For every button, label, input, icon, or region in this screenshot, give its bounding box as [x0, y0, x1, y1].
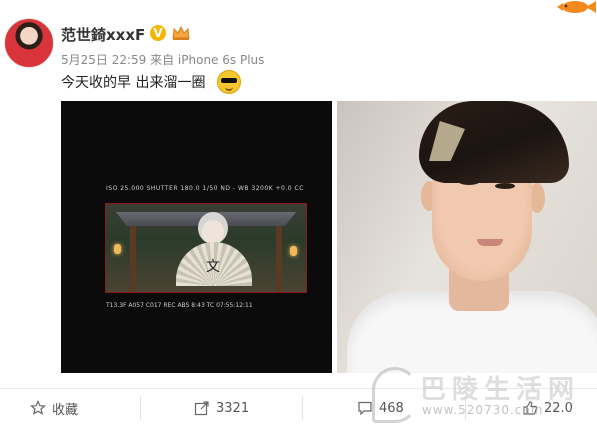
fan-character: 文: [206, 259, 220, 275]
pillar: [276, 226, 282, 292]
crown-badge-icon: [172, 25, 190, 40]
lantern: [290, 246, 297, 256]
watermark-logo-icon: [372, 367, 418, 423]
divider: [140, 396, 141, 420]
post-text: 今天收的早 出来溜一圈: [61, 75, 206, 91]
watermark: 巴陵生活网 www.520730.com: [372, 367, 597, 427]
avatar[interactable]: [4, 18, 54, 68]
mouth: [477, 239, 503, 246]
verified-badge-icon: V: [150, 25, 166, 41]
share-icon: [194, 401, 209, 416]
comment-icon: [358, 401, 372, 416]
lantern: [114, 244, 121, 254]
eye: [495, 183, 515, 189]
star-icon: [30, 400, 46, 415]
share-count: 3321: [216, 400, 250, 416]
share-button[interactable]: 3321: [194, 389, 249, 427]
monitor-bottom-readout: T13.3F A057 C017 REC ABS 8:43 TC 07:55:1…: [106, 302, 253, 309]
photo-selfie[interactable]: [337, 101, 597, 373]
favorite-button[interactable]: 收藏: [30, 389, 78, 427]
watermark-url: www.520730.com: [422, 403, 544, 417]
pillar: [130, 226, 136, 292]
post-meta: 5月25日 22:59 来自 iPhone 6s Plus: [61, 53, 265, 67]
fish-decoration-icon: [557, 1, 596, 13]
monitor-top-readout: ISO 25.000 SHUTTER 180.0 1/50 ND - WB 32…: [106, 185, 304, 192]
favorite-label: 收藏: [52, 402, 79, 418]
username[interactable]: 范世錡xxxF: [61, 24, 145, 45]
sunglasses-emoji-icon: [217, 70, 241, 94]
figure-head: [202, 220, 224, 244]
monitor-screen: 文: [105, 203, 307, 293]
divider: [302, 396, 303, 420]
watermark-title: 巴陵生活网: [420, 375, 581, 405]
photo-monitor[interactable]: ISO 25.000 SHUTTER 180.0 1/50 ND - WB 32…: [61, 101, 332, 373]
